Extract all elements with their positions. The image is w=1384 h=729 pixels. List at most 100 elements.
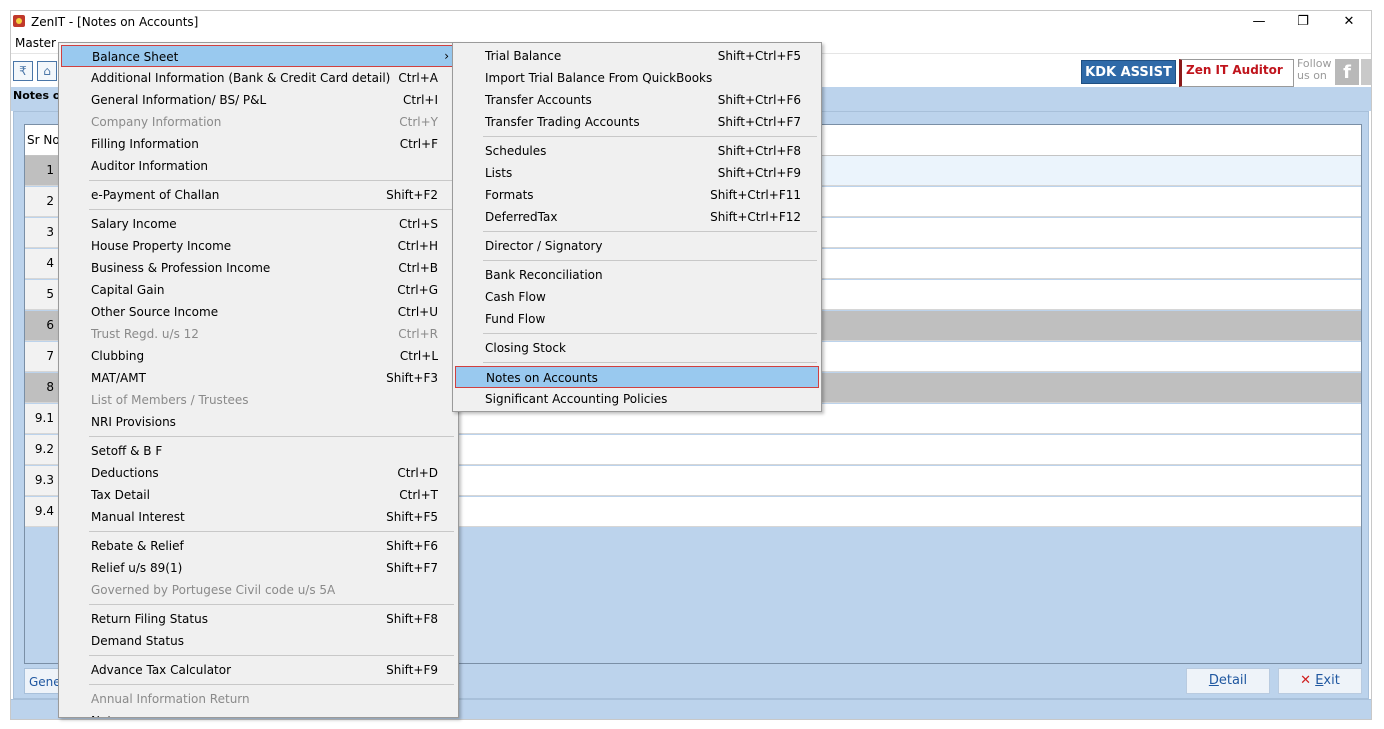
column-header-sr-no: Sr No — [27, 133, 60, 147]
home-icon[interactable]: ⌂ — [37, 61, 57, 81]
menu-item-shortcut: Shift+Ctrl+F8 — [717, 144, 801, 158]
menu-item-relief-u-s-89-1[interactable]: Relief u/s 89(1) Shift+F7 — [61, 557, 456, 579]
menu-item-bank-reconciliation[interactable]: Bank Reconciliation — [455, 264, 819, 286]
detail-button[interactable]: Detail — [1186, 668, 1270, 694]
menu-master[interactable]: Master — [15, 36, 56, 50]
menu-item-net[interactable]: Net — [61, 710, 456, 717]
menu-item-transfer-trading-accounts[interactable]: Transfer Trading Accounts Shift+Ctrl+F7 — [455, 111, 819, 133]
menu-item-manual-interest[interactable]: Manual Interest Shift+F5 — [61, 506, 456, 528]
menu-item-label: Fund Flow — [485, 312, 546, 326]
exit-button[interactable]: ✕ Exit — [1278, 668, 1362, 694]
menu-item-demand-status[interactable]: Demand Status — [61, 630, 456, 652]
menu-item-balance-sheet[interactable]: Balance Sheet › — [61, 45, 456, 67]
row-number: 9.2 — [25, 435, 59, 464]
menu-item-clubbing[interactable]: Clubbing Ctrl+L — [61, 345, 456, 367]
row-number: 2 — [25, 187, 59, 216]
menu-item-fund-flow[interactable]: Fund Flow — [455, 308, 819, 330]
menu-item-house-property-income[interactable]: House Property Income Ctrl+H — [61, 235, 456, 257]
menu-item-label: Tax Detail — [91, 488, 150, 502]
close-button[interactable]: ✕ — [1327, 11, 1371, 33]
menu-item-label: MAT/AMT — [91, 371, 146, 385]
kdk-assist-button[interactable]: KDK ASSIST — [1081, 60, 1176, 84]
menu-item-shortcut: Shift+F2 — [386, 188, 438, 202]
menu-separator — [89, 655, 454, 656]
rupee-icon[interactable]: ₹ — [13, 61, 33, 81]
menu-item-salary-income[interactable]: Salary Income Ctrl+S — [61, 213, 456, 235]
twitter-icon[interactable] — [1361, 59, 1371, 85]
menu-separator — [483, 136, 817, 137]
row-number: 9.3 — [25, 466, 59, 495]
menu-item-notes-on-accounts[interactable]: Notes on Accounts — [455, 366, 819, 388]
menu-item-label: Bank Reconciliation — [485, 268, 603, 282]
window-title: ZenIT - [Notes on Accounts] — [31, 15, 199, 29]
menu-item-shortcut: Shift+Ctrl+F7 — [717, 115, 801, 129]
menu-item-label: Transfer Accounts — [485, 93, 592, 107]
row-number: 6 — [25, 311, 59, 340]
menu-item-shortcut: Shift+F9 — [386, 663, 438, 677]
menu-item-closing-stock[interactable]: Closing Stock — [455, 337, 819, 359]
menu-item-label: Formats — [485, 188, 534, 202]
menu-item-mat-amt[interactable]: MAT/AMT Shift+F3 — [61, 367, 456, 389]
menu-item-shortcut: Shift+Ctrl+F12 — [710, 210, 801, 224]
menu-item-label: Transfer Trading Accounts — [485, 115, 640, 129]
balance-sheet-submenu: Trial Balance Shift+Ctrl+F5 Import Trial B… — [452, 42, 822, 412]
zen-it-auditor-button[interactable]: Zen IT Auditor — [1179, 59, 1294, 87]
menu-item-shortcut: Ctrl+B — [398, 261, 438, 275]
menu-item-label: Cash Flow — [485, 290, 546, 304]
menu-item-transfer-accounts[interactable]: Transfer Accounts Shift+Ctrl+F6 — [455, 89, 819, 111]
menu-item-label: Auditor Information — [91, 159, 209, 173]
menu-item-business-profession-income[interactable]: Business & Profession Income Ctrl+B — [61, 257, 456, 279]
restore-button[interactable]: ❐ — [1281, 11, 1325, 33]
menu-item-capital-gain[interactable]: Capital Gain Ctrl+G — [61, 279, 456, 301]
menu-item-lists[interactable]: Lists Shift+Ctrl+F9 — [455, 162, 819, 184]
menu-item-shortcut: Shift+F3 — [386, 371, 438, 385]
menu-item-import-trial-balance-from-quickbooks[interactable]: Import Trial Balance From QuickBooks — [455, 67, 819, 89]
menu-separator — [89, 209, 454, 210]
menu-item-deductions[interactable]: Deductions Ctrl+D — [61, 462, 456, 484]
menu-item-shortcut: Ctrl+H — [397, 239, 438, 253]
menu-item-shortcut: Ctrl+A — [398, 71, 438, 85]
menu-separator — [89, 180, 454, 181]
menu-item-label: Relief u/s 89(1) — [91, 561, 183, 575]
menu-item-advance-tax-calculator[interactable]: Advance Tax Calculator Shift+F9 — [61, 659, 456, 681]
menu-item-general-information-bs-p-l[interactable]: General Information/ BS/ P&L Ctrl+I — [61, 89, 456, 111]
menu-item-label: Company Information — [91, 115, 222, 129]
follow-us-label: Follow us on — [1297, 57, 1332, 82]
menu-item-tax-detail[interactable]: Tax Detail Ctrl+T — [61, 484, 456, 506]
menu-item-return-filing-status[interactable]: Return Filing Status Shift+F8 — [61, 608, 456, 630]
menu-item-filling-information[interactable]: Filling Information Ctrl+F — [61, 133, 456, 155]
menu-item-trial-balance[interactable]: Trial Balance Shift+Ctrl+F5 — [455, 45, 819, 67]
menu-item-director-signatory[interactable]: Director / Signatory — [455, 235, 819, 257]
menu-item-nri-provisions[interactable]: NRI Provisions — [61, 411, 456, 433]
menu-item-label: Notes on Accounts — [486, 371, 598, 385]
menu-item-auditor-information[interactable]: Auditor Information — [61, 155, 456, 177]
menu-item-list-of-members-trustees: List of Members / Trustees — [61, 389, 456, 411]
minimize-button[interactable]: — — [1237, 11, 1281, 33]
menu-item-e-payment-of-challan[interactable]: e-Payment of Challan Shift+F2 — [61, 184, 456, 206]
menu-item-additional-information-bank-credit-card-detail[interactable]: Additional Information (Bank & Credit Ca… — [61, 67, 456, 89]
menu-item-shortcut: Ctrl+G — [397, 283, 438, 297]
menu-item-label: Advance Tax Calculator — [91, 663, 232, 677]
menu-item-shortcut: Ctrl+D — [397, 466, 438, 480]
menu-item-setoff-b-f[interactable]: Setoff & B F — [61, 440, 456, 462]
menu-item-schedules[interactable]: Schedules Shift+Ctrl+F8 — [455, 140, 819, 162]
menu-separator — [483, 333, 817, 334]
row-number: 7 — [25, 342, 59, 371]
menu-item-label: NRI Provisions — [91, 415, 176, 429]
menu-item-other-source-income[interactable]: Other Source Income Ctrl+U — [61, 301, 456, 323]
menu-separator — [483, 260, 817, 261]
menu-item-rebate-relief[interactable]: Rebate & Relief Shift+F6 — [61, 535, 456, 557]
menu-item-cash-flow[interactable]: Cash Flow — [455, 286, 819, 308]
menu-item-label: Schedules — [485, 144, 547, 158]
row-number: 3 — [25, 218, 59, 247]
menu-item-shortcut: Ctrl+Y — [399, 115, 438, 129]
facebook-icon[interactable]: f — [1335, 59, 1359, 85]
menu-item-label: e-Payment of Challan — [91, 188, 220, 202]
menu-item-formats[interactable]: Formats Shift+Ctrl+F11 — [455, 184, 819, 206]
menu-item-shortcut: Ctrl+T — [399, 488, 438, 502]
menu-item-label: Balance Sheet — [92, 50, 179, 64]
menu-item-significant-accounting-policies[interactable]: Significant Accounting Policies — [455, 388, 819, 410]
menu-separator — [89, 604, 454, 605]
menu-item-deferredtax[interactable]: DeferredTax Shift+Ctrl+F12 — [455, 206, 819, 228]
menu-item-label: Import Trial Balance From QuickBooks — [485, 71, 713, 85]
